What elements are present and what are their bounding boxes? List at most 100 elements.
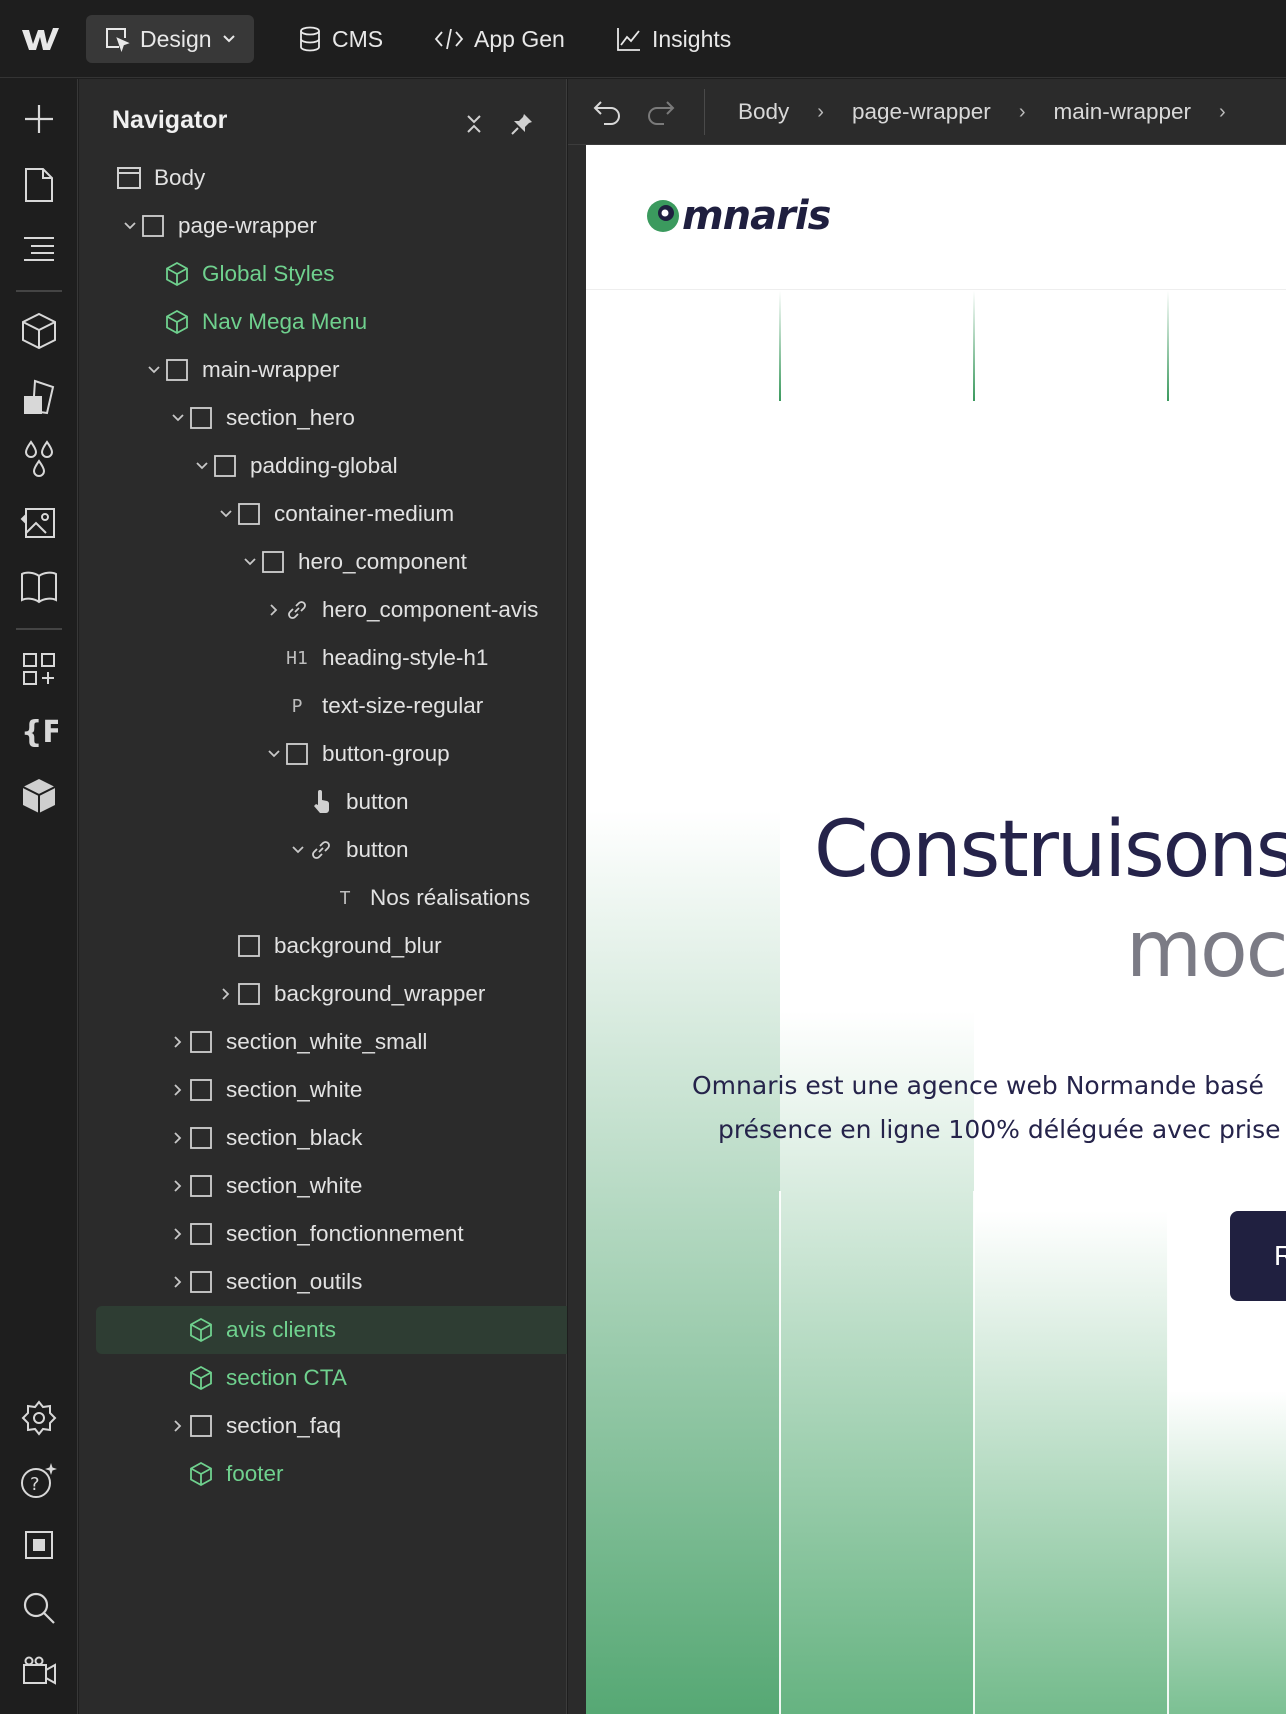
style-selector-icon[interactable] <box>19 376 59 416</box>
site-navbar[interactable]: mnaris <box>586 145 1286 290</box>
chevron-right-icon[interactable] <box>168 1272 188 1292</box>
chevron-right-icon[interactable] <box>168 1224 188 1244</box>
tree-item-section-cta[interactable]: section CTA <box>96 1354 567 1402</box>
hero-paragraph-line-2: présence en ligne 100% déléguée avec pri… <box>718 1115 1281 1144</box>
tree-item-body[interactable]: Body <box>96 154 567 202</box>
link-icon <box>308 837 334 863</box>
tree-item-nos-r-alisations[interactable]: T Nos réalisations <box>96 874 567 922</box>
tree-item-heading-style-h1[interactable]: H1 heading-style-h1 <box>96 634 567 682</box>
tree-item-footer[interactable]: footer <box>96 1450 567 1498</box>
collapse-all-icon[interactable] <box>457 107 491 141</box>
chevron-down-icon[interactable] <box>264 744 284 764</box>
div-block-icon <box>188 405 214 431</box>
package-icon[interactable] <box>19 776 59 816</box>
cursor-frame-icon <box>104 26 130 52</box>
chevron-right-icon[interactable] <box>168 1032 188 1052</box>
tree-item-section-fonctionnement[interactable]: section_fonctionnement <box>96 1210 567 1258</box>
finsweet-icon[interactable]: {F <box>19 711 59 751</box>
cms-mode-button[interactable]: CMS <box>280 15 401 63</box>
chevron-down-icon[interactable] <box>240 552 260 572</box>
tree-item-label: padding-global <box>250 453 398 478</box>
tree-item-section-black[interactable]: section_black <box>96 1114 567 1162</box>
apps-icon[interactable] <box>19 649 59 689</box>
tree-item-section-white-small[interactable]: section_white_small <box>96 1018 567 1066</box>
tree-item-hero-component[interactable]: hero_component <box>96 538 567 586</box>
redo-icon[interactable] <box>646 97 676 127</box>
assets-icon[interactable] <box>19 503 59 543</box>
tree-item-section-faq[interactable]: section_faq <box>96 1402 567 1450</box>
search-icon[interactable] <box>19 1588 59 1628</box>
components-icon[interactable] <box>19 311 59 351</box>
toolbar-divider <box>16 290 62 292</box>
tree-item-label: Nav Mega Menu <box>202 309 368 334</box>
tree-item-text-size-regular[interactable]: Ptext-size-regular <box>96 682 567 730</box>
site-preview[interactable]: mnaris Construisons moc Omnaris est une … <box>586 145 1286 1714</box>
page-icon[interactable] <box>19 165 59 205</box>
tree-item-label: hero_component-avis <box>322 597 539 622</box>
insights-mode-button[interactable]: Insights <box>598 15 749 63</box>
navigator-icon[interactable] <box>19 229 59 269</box>
chevron-down-icon[interactable] <box>216 504 236 524</box>
tree-item-avis-clients[interactable]: avis clients <box>96 1306 567 1354</box>
breadcrumb-item-body[interactable]: Body <box>738 99 789 125</box>
chevron-down-icon[interactable] <box>192 456 212 476</box>
tree-item-label: Nos réalisations <box>370 885 531 910</box>
chevron-right-icon[interactable] <box>216 984 236 1004</box>
app-gen-mode-button[interactable]: App Gen <box>416 15 583 63</box>
design-mode-button[interactable]: Design <box>86 15 254 63</box>
plus-icon[interactable] <box>19 99 59 139</box>
brand-logo[interactable]: mnaris <box>646 193 831 239</box>
hero-background <box>586 291 1286 1714</box>
div-block-icon <box>284 741 310 767</box>
tree-item-button-group[interactable]: button-group <box>96 730 567 778</box>
div-block-icon <box>164 357 190 383</box>
tree-item-section-white[interactable]: section_white <box>96 1066 567 1114</box>
tree-item-hero-component-avis[interactable]: hero_component-avis <box>96 586 567 634</box>
chevron-down-icon[interactable] <box>144 360 164 380</box>
component-icon <box>188 1365 214 1391</box>
stop-icon[interactable] <box>19 1525 59 1565</box>
brand-mark-icon <box>647 200 679 232</box>
div-block-icon <box>188 1029 214 1055</box>
tree-item-label: background_wrapper <box>274 981 486 1006</box>
book-icon[interactable] <box>19 567 59 607</box>
tree-item-nav-mega-menu[interactable]: Nav Mega Menu <box>96 298 567 346</box>
tree-item-container-medium[interactable]: container-medium <box>96 490 567 538</box>
tree-item-padding-global[interactable]: padding-global <box>96 442 567 490</box>
variables-icon[interactable] <box>19 439 59 479</box>
tree-item-label: hero_component <box>298 549 467 574</box>
chevron-right-icon[interactable] <box>168 1416 188 1436</box>
tree-item-page-wrapper[interactable]: page-wrapper <box>96 202 567 250</box>
webflow-logo-icon[interactable] <box>20 22 60 56</box>
chevron-right-icon[interactable] <box>168 1176 188 1196</box>
chevron-down-icon[interactable] <box>120 216 140 236</box>
tree-item-global-styles[interactable]: Global Styles <box>96 250 567 298</box>
settings-icon[interactable] <box>19 1398 59 1438</box>
breadcrumb-item-main-wrapper[interactable]: main-wrapper <box>1053 99 1191 125</box>
chevron-down-icon[interactable] <box>168 408 188 428</box>
chevron-right-icon[interactable] <box>168 1128 188 1148</box>
tree-item-button[interactable]: button <box>96 826 567 874</box>
chevron-right-icon[interactable] <box>264 600 284 620</box>
chevron-right-icon[interactable] <box>168 1080 188 1100</box>
tree-item-background-blur[interactable]: background_blur <box>96 922 567 970</box>
tree-item-label: section CTA <box>226 1365 347 1390</box>
hero-cta-button[interactable]: R <box>1230 1211 1286 1301</box>
tree-item-section-white[interactable]: section_white <box>96 1162 567 1210</box>
tree-item-section-hero[interactable]: section_hero <box>96 394 567 442</box>
toolbar-divider <box>16 628 62 630</box>
chevron-down-icon[interactable] <box>288 840 308 860</box>
navigator-panel: Navigator Body page-wrapper Global Styles N… <box>79 79 567 1714</box>
tree-item-section-outils[interactable]: section_outils <box>96 1258 567 1306</box>
pin-icon[interactable] <box>505 107 539 141</box>
help-icon[interactable]: ? <box>19 1461 59 1501</box>
video-icon[interactable] <box>19 1651 59 1691</box>
tree-item-button[interactable]: button <box>96 778 567 826</box>
tree-item-label: section_black <box>226 1125 363 1150</box>
breadcrumb-item-page-wrapper[interactable]: page-wrapper <box>852 99 991 125</box>
undo-icon[interactable] <box>592 97 622 127</box>
tree-item-background-wrapper[interactable]: background_wrapper <box>96 970 567 1018</box>
tree-item-main-wrapper[interactable]: main-wrapper <box>96 346 567 394</box>
